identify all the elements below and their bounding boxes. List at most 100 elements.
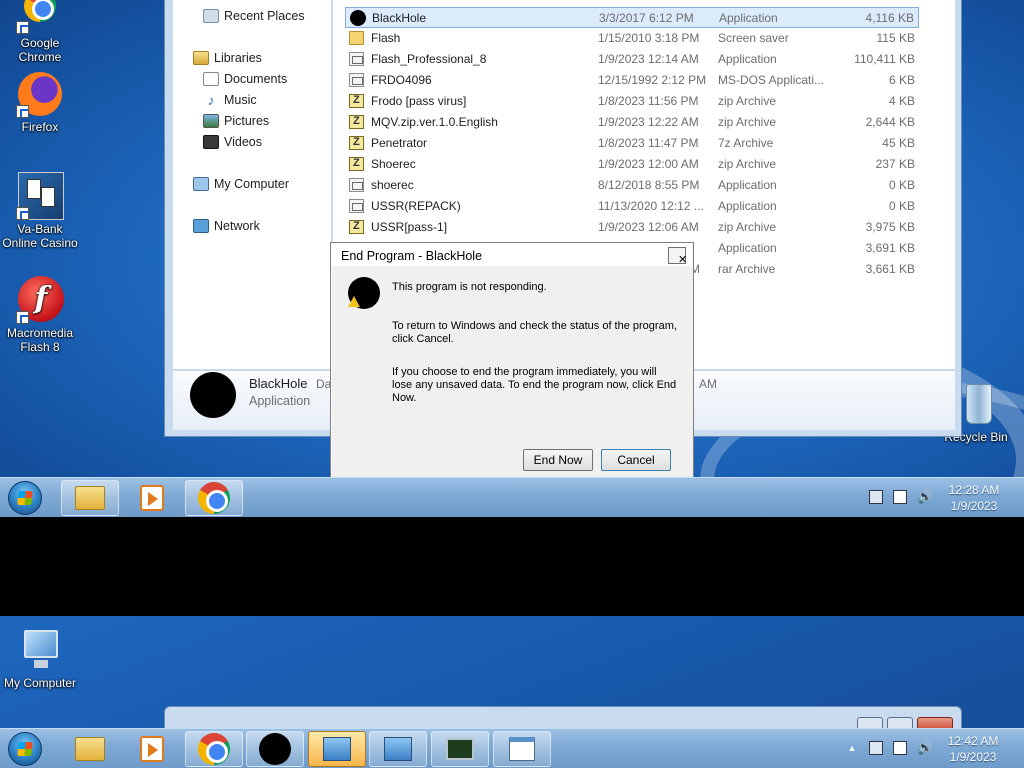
file-size: 2,644 KB xyxy=(865,115,915,129)
file-row[interactable]: USSR[pass-1] 1/9/2023 12:06 AM zip Archi… xyxy=(345,217,919,238)
nav-item-music[interactable]: ♪ Music xyxy=(203,90,257,110)
file-name: BlackHole xyxy=(372,11,427,25)
file-row[interactable]: shoerec 8/12/2018 8:55 PM Application 0 … xyxy=(345,175,919,196)
nav-item-label: Music xyxy=(224,93,257,107)
volume-icon[interactable]: 🔊 xyxy=(917,490,933,504)
file-size: 0 KB xyxy=(888,199,915,213)
network-tray-icon[interactable] xyxy=(869,741,883,755)
nav-item-my-computer[interactable]: My Computer xyxy=(193,174,289,194)
taskbar-security-button[interactable] xyxy=(308,731,366,767)
action-center-flag-icon[interactable] xyxy=(893,490,907,504)
end-program-dialog: End Program - BlackHole ✕ This program i… xyxy=(330,242,694,492)
playing-cards-icon xyxy=(16,172,64,220)
desktop-icon-label: Macromedia Flash 8 xyxy=(6,326,74,354)
desktop-icon-label: Google Chrome xyxy=(18,36,62,64)
file-row[interactable]: FRDO4096 12/15/1992 2:12 PM MS-DOS Appli… xyxy=(345,70,919,91)
va-bank-desktop-icon[interactable]: Va-Bank Online Casino xyxy=(0,172,80,250)
tray-clock[interactable]: 12:42 AM 1/9/2023 xyxy=(944,733,1002,765)
taskbar-task-manager-button[interactable] xyxy=(431,731,489,767)
file-name: Shoerec xyxy=(371,157,416,171)
taskbar-explorer-button[interactable] xyxy=(61,480,119,516)
macromedia-flash-desktop-icon[interactable]: f Macromedia Flash 8 xyxy=(0,276,80,354)
file-type: Screen saver xyxy=(718,31,789,45)
my-computer-desktop-icon[interactable]: My Computer xyxy=(0,626,80,690)
navigation-pane: Recent Places Libraries Documents ♪ Musi… xyxy=(173,0,331,369)
pictures-icon xyxy=(203,114,219,128)
file-name: Frodo [pass virus] xyxy=(371,94,467,108)
dialog-close-button[interactable]: ✕ xyxy=(668,247,687,266)
upper-taskbar: 🔊 12:28 AM 1/9/2023 xyxy=(0,477,1024,517)
blackhole-icon xyxy=(350,10,366,26)
clock-time: 12:28 AM xyxy=(948,483,1000,497)
application-icon xyxy=(349,52,364,66)
file-type: zip Archive xyxy=(718,115,777,129)
blackhole-large-icon xyxy=(190,372,236,418)
nav-item-label: Videos xyxy=(224,135,262,149)
nav-item-label: Recent Places xyxy=(224,9,305,23)
application-icon xyxy=(349,73,364,87)
nav-item-documents[interactable]: Documents xyxy=(203,69,287,89)
taskbar-security-check-button[interactable] xyxy=(369,731,427,767)
shortcut-arrow-icon xyxy=(16,105,29,118)
taskbar-explorer-button[interactable] xyxy=(61,731,119,767)
nav-item-network[interactable]: Network xyxy=(193,216,260,236)
cancel-button[interactable]: Cancel xyxy=(601,449,671,471)
start-button[interactable] xyxy=(8,481,42,515)
file-date: 11/13/2020 12:12 ... xyxy=(598,199,704,213)
file-name: Flash_Professional_8 xyxy=(371,52,487,66)
end-now-button[interactable]: End Now xyxy=(523,449,593,471)
file-row[interactable]: MQV.zip.ver.1.0.English 1/9/2023 12:22 A… xyxy=(345,112,919,133)
computer-icon xyxy=(193,177,209,191)
warning-icon xyxy=(348,296,360,307)
folder-icon xyxy=(75,737,105,761)
taskbar-chrome-button[interactable] xyxy=(185,480,243,516)
security-check-icon xyxy=(384,737,412,761)
show-hidden-icons-arrow[interactable]: ▲ xyxy=(845,741,859,755)
file-row[interactable]: Penetrator 1/8/2023 11:47 PM 7z Archive … xyxy=(345,133,919,154)
taskbar-media-player-button[interactable] xyxy=(123,731,181,767)
nav-item-videos[interactable]: Videos xyxy=(203,132,262,152)
file-row[interactable]: Frodo [pass virus] 1/8/2023 11:56 PM zip… xyxy=(345,91,919,112)
chrome-icon xyxy=(16,0,64,34)
file-date: 1/9/2023 12:06 AM xyxy=(598,220,699,234)
nav-item-pictures[interactable]: Pictures xyxy=(203,111,269,131)
file-date: 1/8/2023 11:47 PM xyxy=(598,136,699,150)
file-size: 0 KB xyxy=(888,178,915,192)
start-button[interactable] xyxy=(8,732,42,766)
nav-item-libraries[interactable]: Libraries xyxy=(193,48,262,68)
videos-icon xyxy=(203,135,219,149)
google-chrome-desktop-icon[interactable]: Google Chrome xyxy=(0,0,80,64)
file-row[interactable]: BlackHole 3/3/2017 6:12 PM Application 4… xyxy=(345,7,919,28)
firefox-desktop-icon[interactable]: Firefox xyxy=(0,70,80,134)
file-row[interactable]: Flash 1/15/2010 3:18 PM Screen saver 115… xyxy=(345,28,919,49)
file-date: 3/3/2017 6:12 PM xyxy=(599,11,694,25)
network-tray-icon[interactable] xyxy=(869,490,883,504)
computer-icon xyxy=(16,626,64,674)
zip-archive-icon xyxy=(349,115,364,129)
security-check-icon xyxy=(323,737,351,761)
taskbar-chrome-button[interactable] xyxy=(185,731,243,767)
file-size: 4,116 KB xyxy=(865,11,914,25)
nav-item-label: Documents xyxy=(224,72,288,86)
taskbar-notepad-button[interactable] xyxy=(493,731,551,767)
nav-item-recent-places[interactable]: Recent Places xyxy=(203,6,305,26)
volume-icon[interactable]: 🔊 xyxy=(917,741,933,755)
taskbar-media-player-button[interactable] xyxy=(123,480,181,516)
folder-icon xyxy=(349,31,364,45)
taskbar-blackhole-button[interactable] xyxy=(246,731,304,767)
file-size: 3,691 KB xyxy=(865,241,915,255)
clock-time: 12:42 AM xyxy=(947,734,999,748)
zip-archive-icon xyxy=(349,157,364,171)
file-row[interactable]: Shoerec 1/9/2023 12:00 AM zip Archive 23… xyxy=(345,154,919,175)
file-size: 237 KB xyxy=(875,157,915,171)
file-row[interactable]: USSR(REPACK) 11/13/2020 12:12 ... Applic… xyxy=(345,196,919,217)
file-row[interactable]: Flash_Professional_8 1/9/2023 12:14 AM A… xyxy=(345,49,919,70)
documents-icon xyxy=(203,72,219,86)
action-center-flag-icon[interactable] xyxy=(893,741,907,755)
desktop-icon-label: Firefox xyxy=(21,120,59,134)
blackhole-icon xyxy=(259,733,291,765)
tray-clock[interactable]: 12:28 AM 1/9/2023 xyxy=(946,482,1002,514)
file-date: 1/9/2023 12:14 AM xyxy=(598,52,699,66)
file-type: Application xyxy=(718,241,777,255)
screen-root: Google Chrome Firefox Va-Bank Online Cas… xyxy=(0,0,1024,768)
